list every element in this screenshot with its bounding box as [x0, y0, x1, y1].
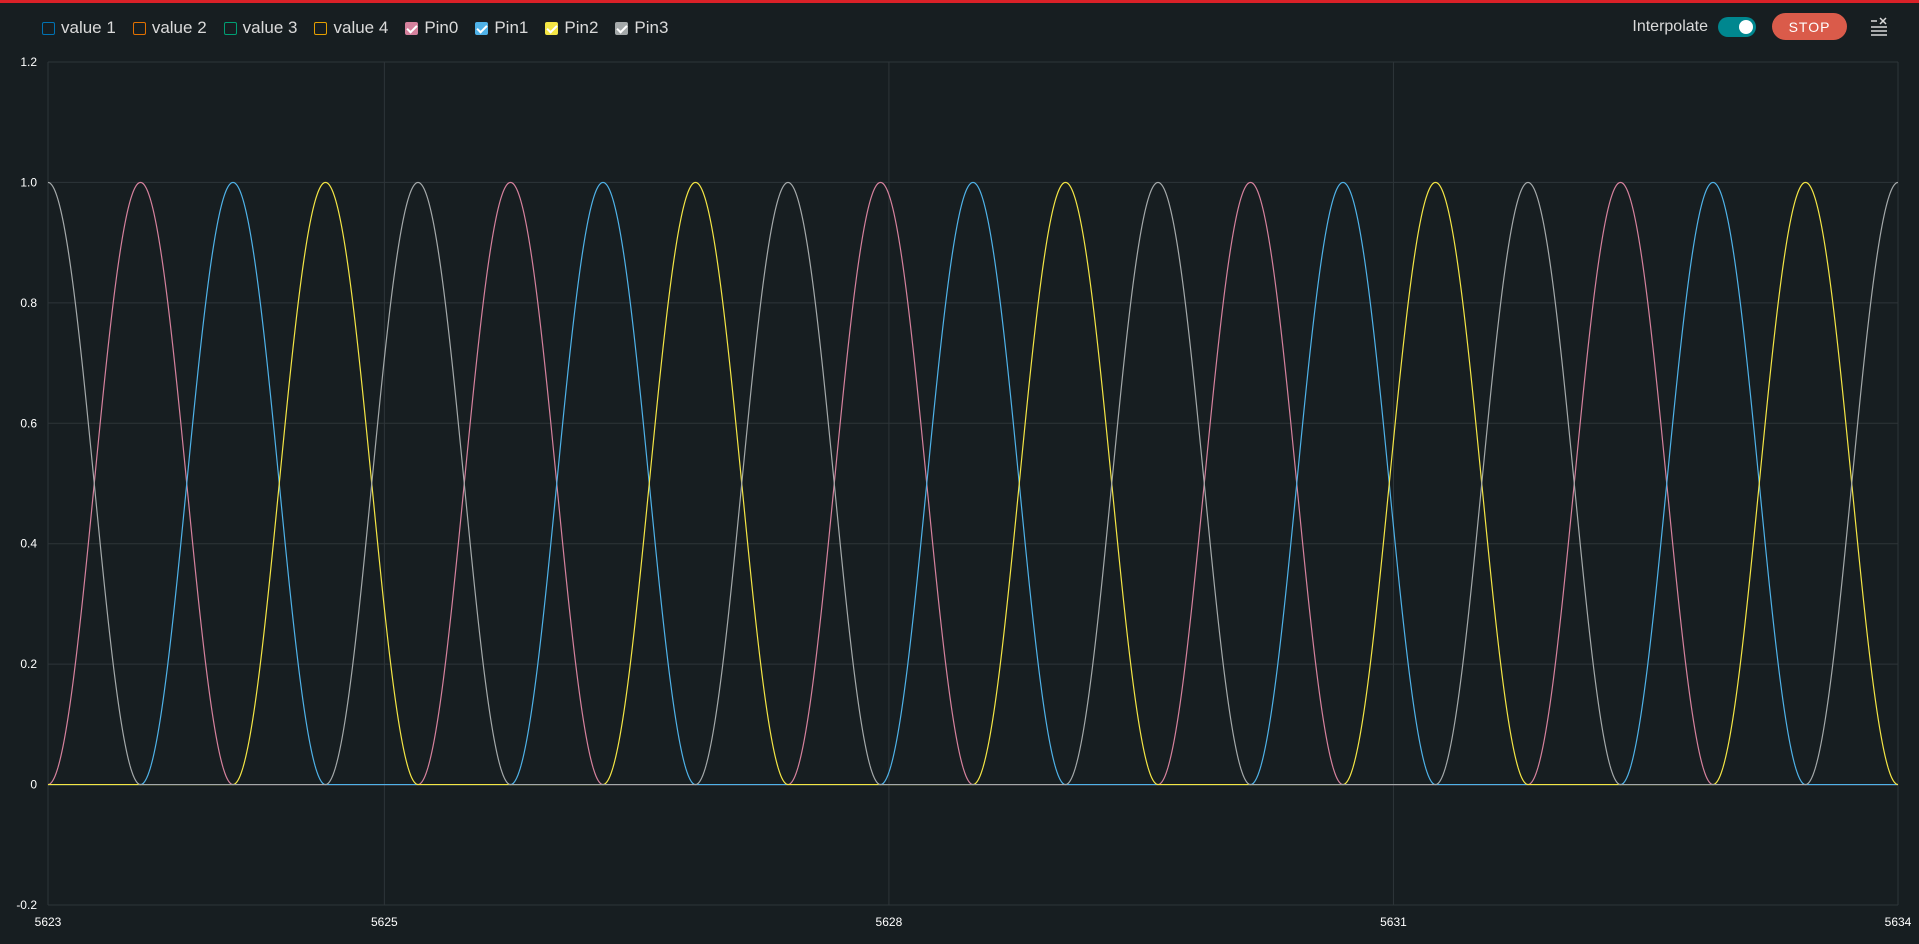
- y-tick-label: 0: [30, 778, 37, 792]
- series-line-pin1: [48, 181, 1898, 786]
- x-tick-label: 5625: [371, 915, 398, 929]
- serial-plot: -0.2 0 0.2 0.4 0.6 0.8 1.0 1.2 5623 5625 5628 5631…: [16, 55, 1912, 929]
- chart-grid: [47, 61, 1899, 906]
- x-tick-label: 5628: [876, 915, 903, 929]
- y-tick-label: 1.0: [20, 175, 37, 189]
- x-axis-ticks: 5623 5625 5628 5631 5634: [35, 915, 1912, 929]
- y-tick-label: -0.2: [16, 898, 37, 912]
- y-axis-ticks: -0.2 0 0.2 0.4 0.6 0.8 1.0 1.2: [16, 55, 37, 912]
- series-line-pin2: [48, 181, 1899, 786]
- x-tick-label: 5631: [1380, 915, 1407, 929]
- series-line-pin3: [47, 181, 1899, 786]
- y-tick-label: 0.2: [20, 657, 37, 671]
- y-tick-label: 0.8: [20, 296, 37, 310]
- y-tick-label: 1.2: [20, 55, 37, 69]
- series-line-pin0: [47, 181, 1898, 786]
- y-tick-label: 0.6: [20, 416, 37, 430]
- x-tick-label: 5623: [35, 915, 62, 929]
- chart-series: [47, 181, 1899, 786]
- x-tick-label: 5634: [1885, 915, 1912, 929]
- y-tick-label: 0.4: [20, 537, 37, 551]
